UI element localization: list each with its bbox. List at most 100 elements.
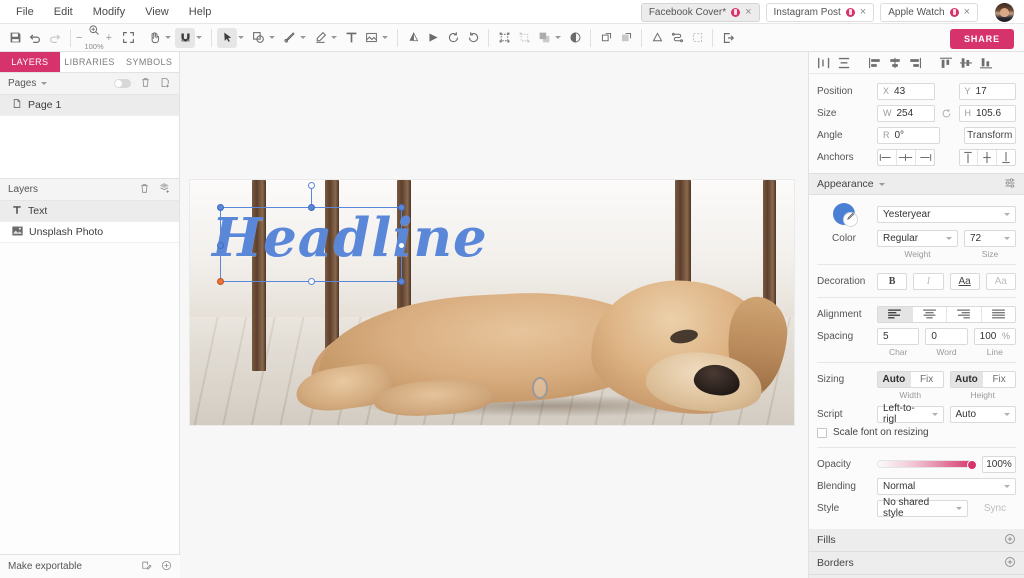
export-icon[interactable] bbox=[718, 28, 738, 48]
tab-symbols[interactable]: SYMBOLS bbox=[119, 52, 179, 72]
zoom-icon[interactable]: 100% bbox=[84, 24, 103, 51]
scale-font-checkbox[interactable] bbox=[817, 428, 827, 438]
delete-layer-icon[interactable] bbox=[139, 183, 150, 197]
layer-item-text[interactable]: Text bbox=[0, 201, 179, 222]
appearance-settings-icon[interactable] bbox=[1004, 177, 1016, 192]
tab-close-icon[interactable]: × bbox=[745, 7, 751, 18]
height-fix-button[interactable]: Fix bbox=[982, 372, 1015, 387]
save-icon[interactable] bbox=[5, 28, 25, 48]
snap-magnet-icon[interactable] bbox=[175, 28, 195, 48]
spacing-char-input[interactable]: 5 bbox=[877, 328, 919, 345]
blending-select[interactable]: Normal bbox=[877, 478, 1016, 495]
group-icon[interactable] bbox=[494, 28, 514, 48]
resize-handle-tl[interactable] bbox=[217, 204, 224, 211]
flip-horizontal-icon[interactable] bbox=[403, 28, 423, 48]
image-icon[interactable] bbox=[361, 28, 381, 48]
hand-tool-icon[interactable] bbox=[144, 28, 164, 48]
resize-handle-ml[interactable] bbox=[217, 242, 224, 249]
opacity-value[interactable]: 100% bbox=[982, 456, 1016, 473]
arrange-icon[interactable] bbox=[534, 28, 554, 48]
position-x-input[interactable]: X 43 bbox=[877, 83, 935, 100]
width-fix-button[interactable]: Fix bbox=[910, 372, 943, 387]
crop-icon[interactable] bbox=[687, 28, 707, 48]
align-text-center-icon[interactable] bbox=[912, 307, 947, 322]
align-left-icon[interactable] bbox=[866, 54, 883, 71]
tab-apple-watch[interactable]: Apple Watch × bbox=[880, 3, 978, 22]
resize-handle-br[interactable] bbox=[398, 278, 405, 285]
chevron-down-icon[interactable] bbox=[238, 36, 244, 39]
chevron-down-icon[interactable] bbox=[555, 36, 561, 39]
font-family-select[interactable]: Yesteryear bbox=[877, 206, 1016, 223]
zoom-in-icon[interactable]: + bbox=[106, 32, 112, 44]
resize-handle-mr[interactable] bbox=[398, 242, 405, 249]
export-slice-icon[interactable] bbox=[141, 560, 152, 574]
anchor-right-icon[interactable] bbox=[915, 150, 934, 165]
mask-icon[interactable] bbox=[565, 28, 585, 48]
borders-section[interactable]: Borders bbox=[809, 552, 1024, 575]
pen-icon[interactable] bbox=[279, 28, 299, 48]
anchor-center-icon[interactable] bbox=[896, 150, 915, 165]
chevron-down-icon[interactable] bbox=[269, 36, 275, 39]
list-item[interactable]: Page 1 bbox=[0, 95, 179, 116]
bring-forward-icon[interactable] bbox=[596, 28, 616, 48]
angle-r-input[interactable]: R 0° bbox=[877, 127, 940, 144]
rotate-cw-icon[interactable] bbox=[463, 28, 483, 48]
align-right-icon[interactable] bbox=[906, 54, 923, 71]
size-h-input[interactable]: H 105.6 bbox=[959, 105, 1017, 122]
brush-icon[interactable] bbox=[310, 28, 330, 48]
resize-handle-tc[interactable] bbox=[308, 204, 315, 211]
bold-button[interactable]: B bbox=[877, 273, 907, 290]
rotate-ccw-icon[interactable] bbox=[443, 28, 463, 48]
scale-font-row[interactable]: Scale font on resizing bbox=[809, 425, 1024, 442]
chevron-down-icon[interactable] bbox=[300, 36, 306, 39]
width-auto-button[interactable]: Auto bbox=[878, 372, 910, 387]
menu-edit[interactable]: Edit bbox=[44, 0, 83, 24]
pointer-icon[interactable] bbox=[217, 28, 237, 48]
union-icon[interactable] bbox=[647, 28, 667, 48]
spacing-word-input[interactable]: 0 bbox=[925, 328, 967, 345]
combine-icon[interactable] bbox=[667, 28, 687, 48]
menu-help[interactable]: Help bbox=[179, 0, 222, 24]
appearance-section-header[interactable]: Appearance bbox=[809, 173, 1024, 195]
menu-file[interactable]: File bbox=[6, 0, 44, 24]
rotation-handle[interactable] bbox=[308, 182, 315, 189]
tab-facebook-cover[interactable]: Facebook Cover* × bbox=[641, 3, 760, 22]
anchor-left-icon[interactable] bbox=[878, 150, 896, 165]
anchor-middle-icon[interactable] bbox=[977, 150, 996, 165]
align-center-horizontal-icon[interactable] bbox=[886, 54, 903, 71]
spacing-line-input[interactable]: 100 % bbox=[974, 328, 1016, 345]
send-backward-icon[interactable] bbox=[616, 28, 636, 48]
distribute-horizontal-icon[interactable] bbox=[815, 54, 832, 71]
transform-button[interactable]: Transform bbox=[964, 127, 1017, 144]
artboard[interactable]: Headline bbox=[190, 180, 794, 425]
anchor-bottom-icon[interactable] bbox=[996, 150, 1015, 165]
shape-icon[interactable] bbox=[248, 28, 268, 48]
font-weight-select[interactable]: Regular bbox=[877, 230, 958, 247]
shared-style-select[interactable]: No shared style bbox=[877, 500, 968, 517]
canvas-area[interactable]: Headline bbox=[180, 52, 808, 578]
share-button[interactable]: SHARE bbox=[950, 29, 1014, 49]
tab-libraries[interactable]: LIBRARIES bbox=[60, 52, 120, 72]
tab-layers[interactable]: LAYERS bbox=[0, 52, 60, 72]
layer-item-photo[interactable]: Unsplash Photo bbox=[0, 222, 179, 243]
align-top-icon[interactable] bbox=[937, 54, 954, 71]
align-middle-icon[interactable] bbox=[957, 54, 974, 71]
chevron-down-icon[interactable] bbox=[41, 82, 47, 85]
color-swatch[interactable] bbox=[833, 203, 855, 225]
distribute-vertical-icon[interactable] bbox=[835, 54, 852, 71]
chevron-down-icon[interactable] bbox=[331, 36, 337, 39]
chevron-down-icon[interactable] bbox=[879, 183, 885, 186]
strikethrough-button[interactable]: Aa bbox=[986, 273, 1016, 290]
sync-button[interactable]: Sync bbox=[974, 500, 1016, 517]
size-w-input[interactable]: W 254 bbox=[877, 105, 935, 122]
menu-view[interactable]: View bbox=[135, 0, 179, 24]
chevron-down-icon[interactable] bbox=[196, 36, 202, 39]
add-layer-icon[interactable] bbox=[159, 182, 171, 197]
script-direction-select[interactable]: Left-to-rigl bbox=[877, 406, 944, 423]
pages-visibility-toggle[interactable] bbox=[114, 79, 131, 88]
opacity-slider[interactable] bbox=[877, 460, 976, 468]
italic-button[interactable]: I bbox=[913, 273, 943, 290]
height-auto-button[interactable]: Auto bbox=[951, 372, 983, 387]
redo-icon[interactable] bbox=[45, 28, 65, 48]
align-text-left-icon[interactable] bbox=[878, 307, 912, 322]
